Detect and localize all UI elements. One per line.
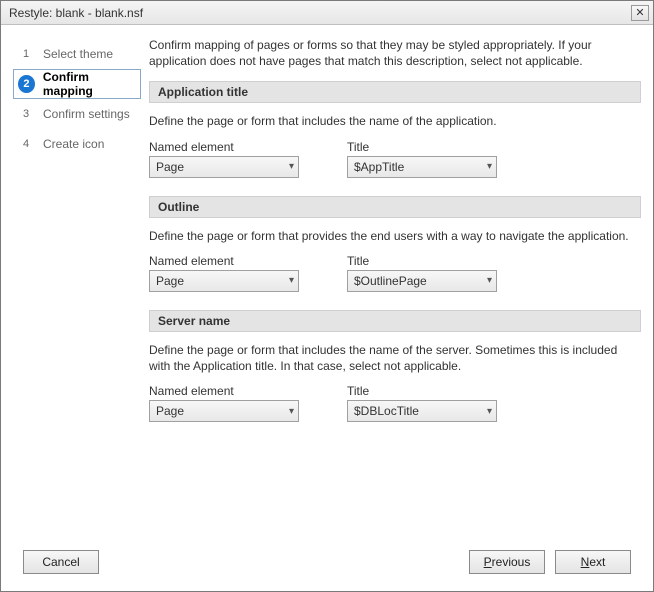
step-number: 1: [17, 45, 35, 63]
section-row-server-name: Named element Page ▾ Title $DBLocTitle ▾: [149, 384, 641, 422]
chevron-down-icon: ▾: [289, 406, 294, 417]
close-button[interactable]: ✕: [631, 5, 649, 21]
chevron-down-icon: ▾: [487, 161, 492, 172]
section-desc-server-name: Define the page or form that includes th…: [149, 340, 641, 376]
combo-value: Page: [156, 404, 184, 418]
dialog-footer: Cancel Previous Next: [1, 543, 653, 591]
label-named-element: Named element: [149, 384, 299, 398]
step-create-icon[interactable]: 4 Create icon: [13, 129, 141, 159]
step-confirm-settings[interactable]: 3 Confirm settings: [13, 99, 141, 129]
section-row-application-title: Named element Page ▾ Title $AppTitle ▾: [149, 140, 641, 178]
chevron-down-icon: ▾: [487, 275, 492, 286]
footer-right-group: Previous Next: [469, 550, 631, 574]
cancel-button[interactable]: Cancel: [23, 550, 99, 574]
wizard-steps: 1 Select theme 2 Confirm mapping 3 Confi…: [13, 35, 141, 537]
previous-button[interactable]: Previous: [469, 550, 545, 574]
titlebar: Restyle: blank - blank.nsf ✕: [1, 1, 653, 25]
combo-title-outline[interactable]: $OutlinePage ▾: [347, 270, 497, 292]
next-button[interactable]: Next: [555, 550, 631, 574]
label-title: Title: [347, 140, 497, 154]
label-named-element: Named element: [149, 254, 299, 268]
window-title: Restyle: blank - blank.nsf: [9, 6, 143, 20]
section-heading-outline: Outline: [149, 196, 641, 218]
button-label: Cancel: [42, 555, 79, 569]
combo-value: $OutlinePage: [354, 274, 427, 288]
combo-value: $DBLocTitle: [354, 404, 419, 418]
step-label: Confirm mapping: [43, 70, 136, 98]
chevron-down-icon: ▾: [289, 161, 294, 172]
label-named-element: Named element: [149, 140, 299, 154]
section-desc-application-title: Define the page or form that includes th…: [149, 111, 641, 131]
intro-text: Confirm mapping of pages or forms so tha…: [149, 37, 641, 69]
field-title: Title $OutlinePage ▾: [347, 254, 497, 292]
combo-named-element-outline[interactable]: Page ▾: [149, 270, 299, 292]
dialog-window: Restyle: blank - blank.nsf ✕ 1 Select th…: [0, 0, 654, 592]
button-label: Previous: [484, 555, 531, 569]
section-desc-outline: Define the page or form that provides th…: [149, 226, 641, 246]
combo-named-element-server-name[interactable]: Page ▾: [149, 400, 299, 422]
step-number: 2: [18, 75, 35, 93]
field-named-element: Named element Page ▾: [149, 384, 299, 422]
combo-value: $AppTitle: [354, 160, 404, 174]
label-title: Title: [347, 254, 497, 268]
dialog-body: 1 Select theme 2 Confirm mapping 3 Confi…: [1, 25, 653, 543]
close-icon: ✕: [635, 6, 644, 19]
step-number: 3: [17, 105, 35, 123]
chevron-down-icon: ▾: [289, 275, 294, 286]
field-named-element: Named element Page ▾: [149, 140, 299, 178]
combo-value: Page: [156, 274, 184, 288]
step-label: Create icon: [43, 137, 104, 151]
combo-title-server-name[interactable]: $DBLocTitle ▾: [347, 400, 497, 422]
step-label: Confirm settings: [43, 107, 130, 121]
combo-named-element-app-title[interactable]: Page ▾: [149, 156, 299, 178]
field-named-element: Named element Page ▾: [149, 254, 299, 292]
chevron-down-icon: ▾: [487, 406, 492, 417]
step-label: Select theme: [43, 47, 113, 61]
combo-value: Page: [156, 160, 184, 174]
step-number: 4: [17, 135, 35, 153]
section-heading-server-name: Server name: [149, 310, 641, 332]
field-title: Title $AppTitle ▾: [347, 140, 497, 178]
field-title: Title $DBLocTitle ▾: [347, 384, 497, 422]
button-label: Next: [581, 555, 606, 569]
label-title: Title: [347, 384, 497, 398]
combo-title-app-title[interactable]: $AppTitle ▾: [347, 156, 497, 178]
step-select-theme[interactable]: 1 Select theme: [13, 39, 141, 69]
section-heading-application-title: Application title: [149, 81, 641, 103]
section-row-outline: Named element Page ▾ Title $OutlinePage …: [149, 254, 641, 292]
step-confirm-mapping[interactable]: 2 Confirm mapping: [13, 69, 141, 99]
content-panel: Confirm mapping of pages or forms so tha…: [149, 35, 641, 537]
